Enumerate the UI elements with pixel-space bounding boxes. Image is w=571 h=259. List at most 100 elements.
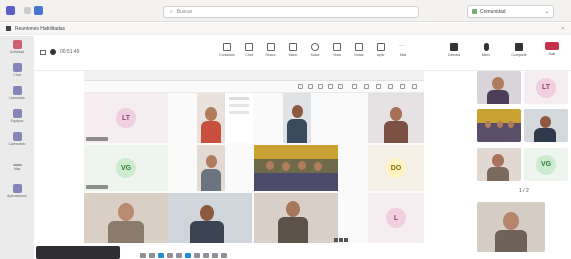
chat-icon — [12, 63, 22, 72]
participant-video[interactable] — [197, 145, 225, 191]
camera-button[interactable]: Cámara — [445, 43, 463, 57]
stage-participant-video[interactable] — [477, 71, 521, 104]
stage-participant-video-group[interactable] — [477, 109, 521, 142]
taskbar-icon[interactable] — [194, 253, 200, 258]
rail-item-calendar[interactable]: Calendario — [6, 132, 28, 154]
leave-label: Salir — [548, 52, 556, 56]
raise-hand-button[interactable]: Mano — [284, 43, 302, 57]
share-button[interactable]: Compartir — [510, 43, 528, 57]
person-face — [266, 161, 274, 170]
person-shirt — [287, 119, 307, 143]
taskbar-icon[interactable] — [212, 253, 218, 258]
participant-name-tag — [86, 137, 108, 141]
participant-video-group[interactable] — [254, 145, 338, 191]
reaction-button[interactable]: Reacc. — [262, 43, 280, 57]
participant-video[interactable] — [84, 193, 168, 243]
taskbar-icon[interactable] — [185, 253, 191, 258]
more-icon — [12, 164, 22, 166]
calendar-icon — [12, 132, 22, 141]
taskbar-icon[interactable] — [158, 253, 164, 258]
person-face — [292, 105, 303, 118]
person-shirt — [534, 128, 556, 142]
participant-video[interactable] — [254, 193, 338, 243]
org-name: Comunidad — [480, 8, 506, 15]
notes-button[interactable]: Notas — [350, 43, 368, 57]
participant-tile[interactable]: L — [368, 193, 424, 243]
rooms-button[interactable]: Salas — [306, 43, 324, 57]
tool-icon[interactable] — [298, 84, 303, 89]
grid-page-indicator[interactable] — [334, 236, 348, 243]
stage-page-nav[interactable]: 1 / 2 — [519, 188, 529, 194]
self-view-bar[interactable] — [36, 246, 120, 259]
participant-video[interactable] — [368, 93, 424, 143]
org-switcher[interactable]: Comunidad ⌄ — [467, 5, 554, 18]
more-button[interactable]: ··· Más — [394, 43, 412, 57]
taskbar-icon[interactable] — [140, 253, 146, 258]
shared-window-header — [84, 71, 424, 81]
rail-item-label: Más — [13, 167, 21, 171]
tool-label: Contactos — [219, 53, 235, 57]
participant-name-tag — [86, 185, 108, 189]
person-face — [492, 77, 504, 90]
close-icon[interactable]: ✕ — [561, 26, 565, 32]
participant-tile[interactable]: DO — [368, 145, 424, 191]
tool-label: Mano — [288, 53, 298, 57]
rail-item-apps[interactable]: Aplicaciones — [6, 184, 28, 206]
apps-icon — [377, 43, 385, 51]
rail-item-label: Aplicaciones — [7, 194, 27, 198]
participant-tile[interactable]: LT — [84, 93, 168, 143]
chevron-down-icon[interactable]: ⌄ — [545, 9, 549, 15]
tool-icon[interactable] — [328, 84, 333, 89]
tool-icon[interactable] — [400, 84, 405, 89]
participant-video[interactable] — [168, 193, 252, 243]
people-button[interactable]: Contactos — [218, 43, 236, 57]
mic-button[interactable]: Micro — [477, 43, 495, 57]
person-face — [492, 154, 504, 167]
taskbar-icon[interactable] — [167, 253, 173, 258]
back-arrow-icon[interactable] — [24, 7, 31, 14]
participant-tile[interactable]: VG — [84, 145, 168, 191]
tool-icon[interactable] — [338, 84, 343, 89]
phone-hangup-icon — [545, 42, 559, 50]
stage-participant-tile[interactable]: LT — [524, 71, 568, 104]
tool-label: Cámara — [447, 53, 461, 57]
rail-item-activity[interactable]: Actividad — [6, 40, 28, 62]
rail-item-teams[interactable]: Equipos — [6, 109, 28, 131]
teams-logo-icon — [6, 6, 15, 15]
view-button[interactable]: Vista — [328, 43, 346, 57]
tool-icon[interactable] — [376, 84, 381, 89]
banner-text: Reuniones Habilitadas — [15, 25, 66, 32]
participant-video[interactable] — [197, 93, 225, 143]
tool-icon[interactable] — [364, 84, 369, 89]
apps-button[interactable]: Aplic. — [372, 43, 390, 57]
avatar: DO — [386, 158, 406, 178]
rail-item-chat[interactable]: Chat — [6, 63, 28, 85]
stage-participant-tile[interactable]: VG — [524, 148, 568, 181]
tool-icon[interactable] — [318, 84, 323, 89]
participant-grid: LT VG DO L — [84, 93, 424, 243]
rail-item-more[interactable]: Más — [6, 160, 28, 182]
stage-participant-video-large[interactable] — [477, 202, 545, 252]
stage-participant-video[interactable] — [524, 109, 568, 142]
meeting-grid-icon[interactable] — [40, 49, 46, 55]
taskbar-icon[interactable] — [221, 253, 227, 258]
person-face — [206, 155, 217, 168]
tool-icon[interactable] — [412, 84, 417, 89]
taskbar-icon[interactable] — [149, 253, 155, 258]
stage-participant-video[interactable] — [477, 148, 521, 181]
search-input[interactable]: ⌕ Buscar — [163, 6, 419, 18]
tool-label: Micro — [481, 53, 491, 57]
person-face — [497, 121, 503, 128]
taskbar-icon[interactable] — [176, 253, 182, 258]
participant-video[interactable] — [283, 93, 311, 143]
tool-icon[interactable] — [352, 84, 357, 89]
tool-icon[interactable] — [388, 84, 393, 89]
table-area — [254, 173, 338, 191]
person-face — [508, 121, 514, 128]
meeting-title: 00:51:49 — [40, 49, 79, 55]
tool-icon[interactable] — [308, 84, 313, 89]
taskbar-icon[interactable] — [203, 253, 209, 258]
chat-button[interactable]: Chat — [240, 43, 258, 57]
leave-button[interactable]: Salir — [539, 42, 565, 64]
rail-item-calls[interactable]: Llamadas — [6, 86, 28, 108]
